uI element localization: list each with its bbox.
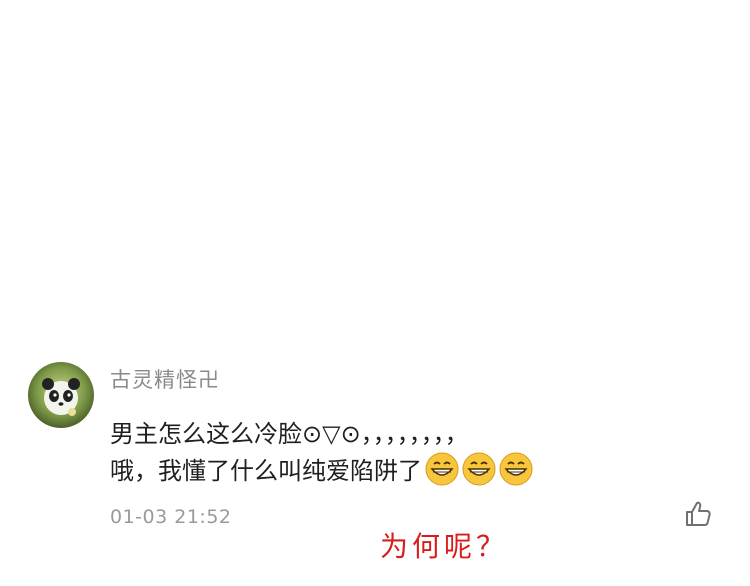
- thumbs-up-icon: [686, 501, 711, 526]
- username[interactable]: 古灵精怪卍: [110, 364, 220, 394]
- handwritten-annotation: 为何呢？: [380, 530, 509, 563]
- avatar[interactable]: [28, 362, 94, 428]
- comment-text-line-1: 男主怎么这么冷脸⊙▽⊙，，，，，，，，: [110, 420, 469, 448]
- comment-text-line-2: 哦，我懂了什么叫纯爱陷阱了: [110, 452, 710, 489]
- grinning-face-icon: [499, 452, 533, 486]
- comment-text: 男主怎么这么冷脸⊙▽⊙，，，，，，，， 哦，我懂了什么叫纯爱陷阱了: [110, 416, 710, 489]
- grinning-face-icon: [462, 452, 496, 486]
- like-button[interactable]: [683, 499, 713, 529]
- grinning-face-icon: [425, 452, 459, 486]
- timestamp: 01-03 21:52: [110, 506, 232, 528]
- comment-item: 古灵精怪卍 男主怎么这么冷脸⊙▽⊙，，，，，，，， 哦，我懂了什么叫纯爱陷阱了 …: [0, 350, 750, 586]
- comment-text-line-2-text: 哦，我懂了什么叫纯爱陷阱了: [110, 457, 422, 485]
